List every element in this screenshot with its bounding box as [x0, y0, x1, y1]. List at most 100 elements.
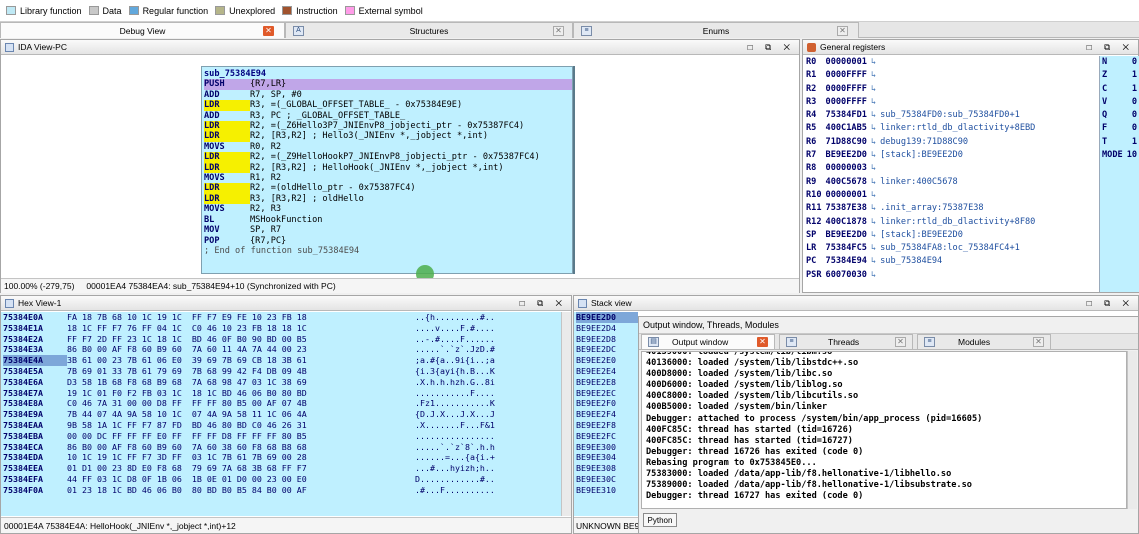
- stack-row[interactable]: BE9EE2E8: [576, 377, 638, 388]
- disasm-line[interactable]: POP {R7,PC}: [204, 236, 572, 246]
- hex-row[interactable]: 75384E5A 7B 69 01 33 7B 61 79 69 7B 68 99…: [3, 366, 561, 377]
- disasm-line[interactable]: MOVS R0, R2: [204, 142, 572, 152]
- close-icon[interactable]: ✕: [895, 337, 906, 347]
- flag-row[interactable]: T1: [1100, 136, 1139, 149]
- flag-row[interactable]: MODE 10: [1100, 149, 1139, 162]
- hex-row[interactable]: 75384EFA 44 FF 03 1C D8 0F 1B 06 1B 0E 01…: [3, 474, 561, 485]
- stack-row[interactable]: BE9EE2FC: [576, 431, 638, 442]
- register-row[interactable]: R10 00000001 ↳: [804, 189, 1037, 202]
- flag-row[interactable]: C1: [1100, 83, 1139, 96]
- hex-row[interactable]: 75384E2A FF F7 2D FF 23 1C 18 1C BD 46 0F…: [3, 334, 561, 345]
- disasm-line[interactable]: LDR R2, =(_Z6Hello3P7_JNIEnvP8_jobjecti_p…: [204, 121, 572, 132]
- hex-row[interactable]: 75384E1A 18 1C FF F7 76 FF 04 1C C0 46 10…: [3, 323, 561, 334]
- disasm-line[interactable]: MOVS R1, R2: [204, 173, 572, 183]
- stack-row[interactable]: BE9EE2D8: [576, 334, 638, 345]
- close-icon[interactable]: ✕: [263, 26, 274, 36]
- stack-row[interactable]: BE9EE2DC: [576, 344, 638, 355]
- close-icon[interactable]: ✕: [757, 337, 768, 347]
- register-row[interactable]: PSR 60070030 ↳: [804, 269, 1037, 282]
- flag-row[interactable]: N0: [1100, 56, 1139, 69]
- register-row[interactable]: R9 400C5678 ↳ linker:400C5678: [804, 176, 1037, 189]
- disasm-line[interactable]: LDR R2, =(oldHello_ptr - 0x75387FC4): [204, 183, 572, 194]
- register-row[interactable]: LR 75384FC5 ↳ sub_75384FA8:loc_75384FC4+1: [804, 242, 1037, 255]
- disasm-line[interactable]: LDR R3, [R3,R2] ; oldHello: [204, 193, 572, 205]
- register-row[interactable]: R4 75384FD1 ↳ sub_75384FD0:sub_75384FD0+1: [804, 109, 1037, 122]
- tab-output-window[interactable]: ▤ Output window ✕: [641, 334, 775, 349]
- register-row[interactable]: R7 BE9EE2D0 ↳ [stack]:BE9EE2D0: [804, 149, 1037, 162]
- stack-list[interactable]: BE9EE2D0 BE9EE2D4 BE9EE2D8 BE9EE2DC BE9EE2E0…: [574, 312, 638, 516]
- hex-row[interactable]: 75384E9A 7B 44 07 4A 9A 58 10 1C 07 4A 9A…: [3, 409, 561, 420]
- disasm-line[interactable]: LDR R2, [R3,R2] ; Hello3(_JNIEnv *,_jobje…: [204, 131, 572, 142]
- hex-row[interactable]: 75384ECA 86 B0 00 AF F8 60 B9 60 7A 60 38…: [3, 442, 561, 453]
- stack-row[interactable]: BE9EE2EC: [576, 388, 638, 399]
- stack-row[interactable]: BE9EE300: [576, 442, 638, 453]
- hex-scrollbar[interactable]: [561, 312, 571, 516]
- window-buttons[interactable]: □ ⧉ ✕: [1087, 298, 1134, 309]
- stack-row[interactable]: BE9EE2F8: [576, 420, 638, 431]
- register-row[interactable]: R3 0000FFFF ↳: [804, 96, 1037, 109]
- disasm-line[interactable]: PUSH {R7,LR}: [204, 79, 572, 90]
- register-row[interactable]: R1 0000FFFF ↳: [804, 69, 1037, 82]
- window-buttons[interactable]: □ ⧉ ✕: [748, 42, 795, 53]
- tab-debug-view[interactable]: Debug View ✕: [0, 22, 285, 38]
- disasm-line[interactable]: LDR R2, =(_Z9HelloHookP7_JNIEnvP8_jobject…: [204, 152, 572, 163]
- stack-row[interactable]: BE9EE30C: [576, 474, 638, 485]
- register-row[interactable]: R12 400C1878 ↳ linker:rtld_db_dlactivity+8F…: [804, 216, 1037, 229]
- stack-row[interactable]: BE9EE2E0: [576, 355, 638, 366]
- tab-modules[interactable]: ≡ Modules ✕: [917, 334, 1051, 349]
- disasm-line[interactable]: ADD R3, PC ; _GLOBAL_OFFSET_TABLE_: [204, 111, 572, 121]
- hex-row[interactable]: 75384E6A D3 58 1B 68 F8 68 B9 68 7A 68 98…: [3, 377, 561, 388]
- register-row[interactable]: SP BE9EE2D0 ↳ [stack]:BE9EE2D0: [804, 229, 1037, 242]
- disasm-line[interactable]: LDR R2, [R3,R2] ; HelloHook(_JNIEnv *,_jo…: [204, 162, 572, 174]
- close-icon[interactable]: ✕: [553, 26, 564, 36]
- flag-row[interactable]: Z1: [1100, 69, 1139, 82]
- flag-row[interactable]: V0: [1100, 96, 1139, 109]
- close-icon[interactable]: ✕: [1033, 337, 1044, 347]
- hex-dump[interactable]: 75384E0A FA 18 7B 68 10 1C 19 1C FF F7 E9…: [1, 312, 561, 516]
- hex-row[interactable]: 75384F0A 01 23 18 1C BD 46 06 B0 80 BD B0…: [3, 485, 561, 496]
- tab-threads[interactable]: ≡ Threads ✕: [779, 334, 913, 349]
- disasm-line[interactable]: BL MSHookFunction: [204, 215, 572, 225]
- hex-row[interactable]: 75384EAA 9B 58 1A 1C FF F7 87 FD BD 46 80…: [3, 420, 561, 431]
- stack-row[interactable]: BE9EE310: [576, 485, 638, 496]
- hex-row[interactable]: 75384EBA 00 00 DC FF FF FF E0 FF FF FF D8…: [3, 431, 561, 442]
- disasm-line[interactable]: LDR R3, =(_GLOBAL_OFFSET_TABLE_ - 0x75384…: [204, 100, 572, 111]
- stack-row[interactable]: BE9EE2F0: [576, 398, 638, 409]
- window-buttons[interactable]: □ ⧉ ✕: [1087, 42, 1134, 53]
- disasm-line[interactable]: MOVS R2, R3: [204, 204, 572, 214]
- register-row[interactable]: R11 75387E38 ↳ .init_array:75387E38: [804, 202, 1037, 215]
- register-row[interactable]: PC 75384E94 ↳ sub_75384E94: [804, 255, 1037, 268]
- tab-enums[interactable]: ≡ Enums ✕: [573, 22, 859, 38]
- register-list[interactable]: R0 00000001 ↳ R1 0000FFFF ↳ R2 0000FFFF ↳ R3 0000F…: [803, 56, 1099, 292]
- hex-row[interactable]: 75384E3A 86 B0 00 AF F8 60 B9 60 7A 60 11…: [3, 344, 561, 355]
- stack-row[interactable]: BE9EE2E4: [576, 366, 638, 377]
- register-row[interactable]: R0 00000001 ↳: [804, 56, 1037, 69]
- flags-list[interactable]: N 0 Z 1 C 1 V 0 Q 0 F 0 T 1 MODE 10: [1099, 56, 1139, 292]
- flag-row[interactable]: Q0: [1100, 109, 1139, 122]
- stack-row[interactable]: BE9EE2D0: [576, 312, 638, 323]
- hex-row[interactable]: 75384EDA 10 1C 19 1C FF F7 3D FF 03 1C 7B…: [3, 452, 561, 463]
- function-node[interactable]: sub_75384E94 PUSH {R7,LR} ADD R7, SP, #0 LDR R…: [201, 66, 573, 274]
- stack-row[interactable]: BE9EE308: [576, 463, 638, 474]
- hex-row[interactable]: 75384E0A FA 18 7B 68 10 1C 19 1C FF F7 E9…: [3, 312, 561, 323]
- register-row[interactable]: R6 71D88C90 ↳ debug139:71D88C90: [804, 136, 1037, 149]
- register-row[interactable]: R8 00000003 ↳: [804, 162, 1037, 175]
- stack-row[interactable]: BE9EE2F4: [576, 409, 638, 420]
- disasm-area[interactable]: sub_75384E94 PUSH {R7,LR} ADD R7, SP, #0 LDR R…: [1, 56, 799, 283]
- output-scrollbar[interactable]: [1127, 351, 1137, 509]
- flag-row[interactable]: F0: [1100, 122, 1139, 135]
- hex-row[interactable]: 75384EEA 01 D1 00 23 8D E0 F8 68 79 69 7A…: [3, 463, 561, 474]
- window-buttons[interactable]: □ ⧉ ✕: [520, 298, 567, 309]
- hex-row[interactable]: 75384E8A C0 46 7A 31 00 00 D8 FF FF FF 80…: [3, 398, 561, 409]
- python-button[interactable]: Python: [643, 513, 677, 527]
- register-row[interactable]: R5 400C1AB5 ↳ linker:rtld_db_dlactivity+8EB…: [804, 122, 1037, 135]
- stack-row[interactable]: BE9EE2D4: [576, 323, 638, 334]
- register-row[interactable]: R2 0000FFFF ↳: [804, 83, 1037, 96]
- stack-row[interactable]: BE9EE304: [576, 452, 638, 463]
- close-icon[interactable]: ✕: [837, 26, 848, 36]
- tab-structures[interactable]: A Structures ✕: [285, 22, 573, 38]
- hex-row[interactable]: 75384E7A 19 1C 01 F0 F2 FB 03 1C 18 1C BD…: [3, 388, 561, 399]
- hex-row[interactable]: 75384E4A 3B 61 00 23 7B 61 06 E0 39 69 7B…: [3, 355, 561, 366]
- disasm-line[interactable]: MOV SP, R7: [204, 225, 572, 235]
- output-log[interactable]: 40139000: loaded /system/lib/libm.so 4013…: [641, 351, 1127, 509]
